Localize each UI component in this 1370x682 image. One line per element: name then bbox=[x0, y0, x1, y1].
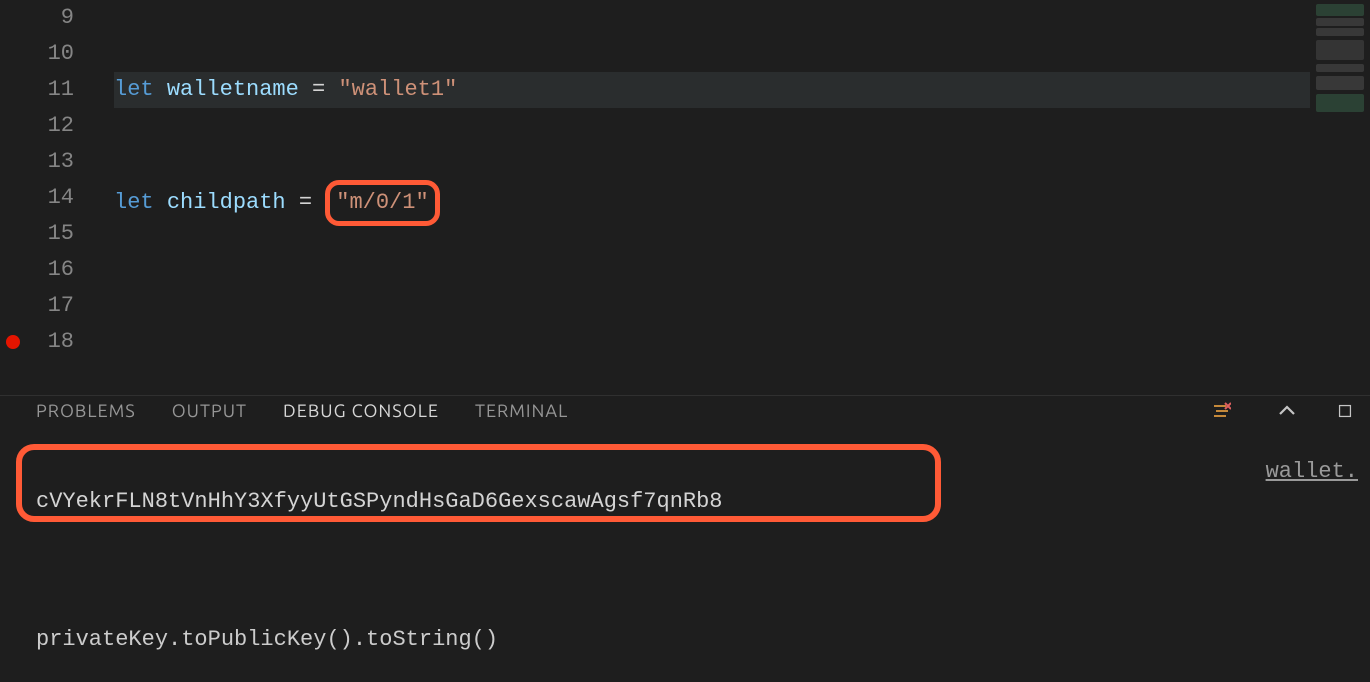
source-reference-link[interactable]: wallet. bbox=[1266, 454, 1358, 490]
code-line[interactable] bbox=[114, 288, 1310, 324]
chevron-up-icon bbox=[1278, 402, 1296, 420]
string-literal: "wallet1" bbox=[338, 77, 457, 102]
tab-debug-console[interactable]: DEBUG CONSOLE bbox=[283, 401, 439, 421]
tab-output[interactable]: OUTPUT bbox=[172, 401, 247, 421]
string-literal: "m/0/1" bbox=[336, 190, 428, 215]
bottom-panel: PROBLEMS OUTPUT DEBUG CONSOLE TERMINAL c… bbox=[0, 395, 1370, 682]
chevron-up-icon[interactable] bbox=[1272, 396, 1302, 426]
clear-all-icon bbox=[1211, 401, 1231, 421]
clear-all-icon[interactable] bbox=[1206, 396, 1236, 426]
identifier: childpath bbox=[167, 190, 286, 215]
code-content[interactable]: let walletname = "wallet1" let childpath… bbox=[100, 0, 1310, 395]
code-line[interactable]: let walletname = "wallet1" bbox=[114, 72, 1310, 108]
more-icon bbox=[1338, 402, 1352, 420]
tab-terminal[interactable]: TERMINAL bbox=[475, 401, 568, 421]
identifier: walletname bbox=[167, 77, 299, 102]
more-icon[interactable] bbox=[1338, 396, 1352, 426]
keyword: let bbox=[114, 190, 154, 215]
highlight-annotation: "m/0/1" bbox=[325, 180, 439, 226]
panel-tabs: PROBLEMS OUTPUT DEBUG CONSOLE TERMINAL bbox=[0, 396, 1370, 426]
code-editor[interactable]: 9 10 11 12 13 14 15 16 17 18 let walletn… bbox=[0, 0, 1370, 395]
console-output-line: cVYekrFLN8tVnHhY3XfyyUtGSPyndHsGaD6Gexsc… bbox=[36, 484, 1340, 520]
minimap[interactable] bbox=[1310, 0, 1370, 395]
operator: = bbox=[286, 190, 326, 215]
debug-console-body[interactable]: cVYekrFLN8tVnHhY3XfyyUtGSPyndHsGaD6Gexsc… bbox=[0, 426, 1370, 682]
breakpoint-icon[interactable] bbox=[6, 335, 20, 349]
console-input-line: privateKey.toPublicKey().toString() bbox=[36, 622, 1340, 658]
breakpoint-gutter[interactable] bbox=[0, 0, 18, 395]
tab-problems[interactable]: PROBLEMS bbox=[36, 401, 136, 421]
keyword: let bbox=[114, 77, 154, 102]
operator: = bbox=[299, 77, 339, 102]
code-line[interactable]: let childpath = "m/0/1" bbox=[114, 180, 1310, 216]
